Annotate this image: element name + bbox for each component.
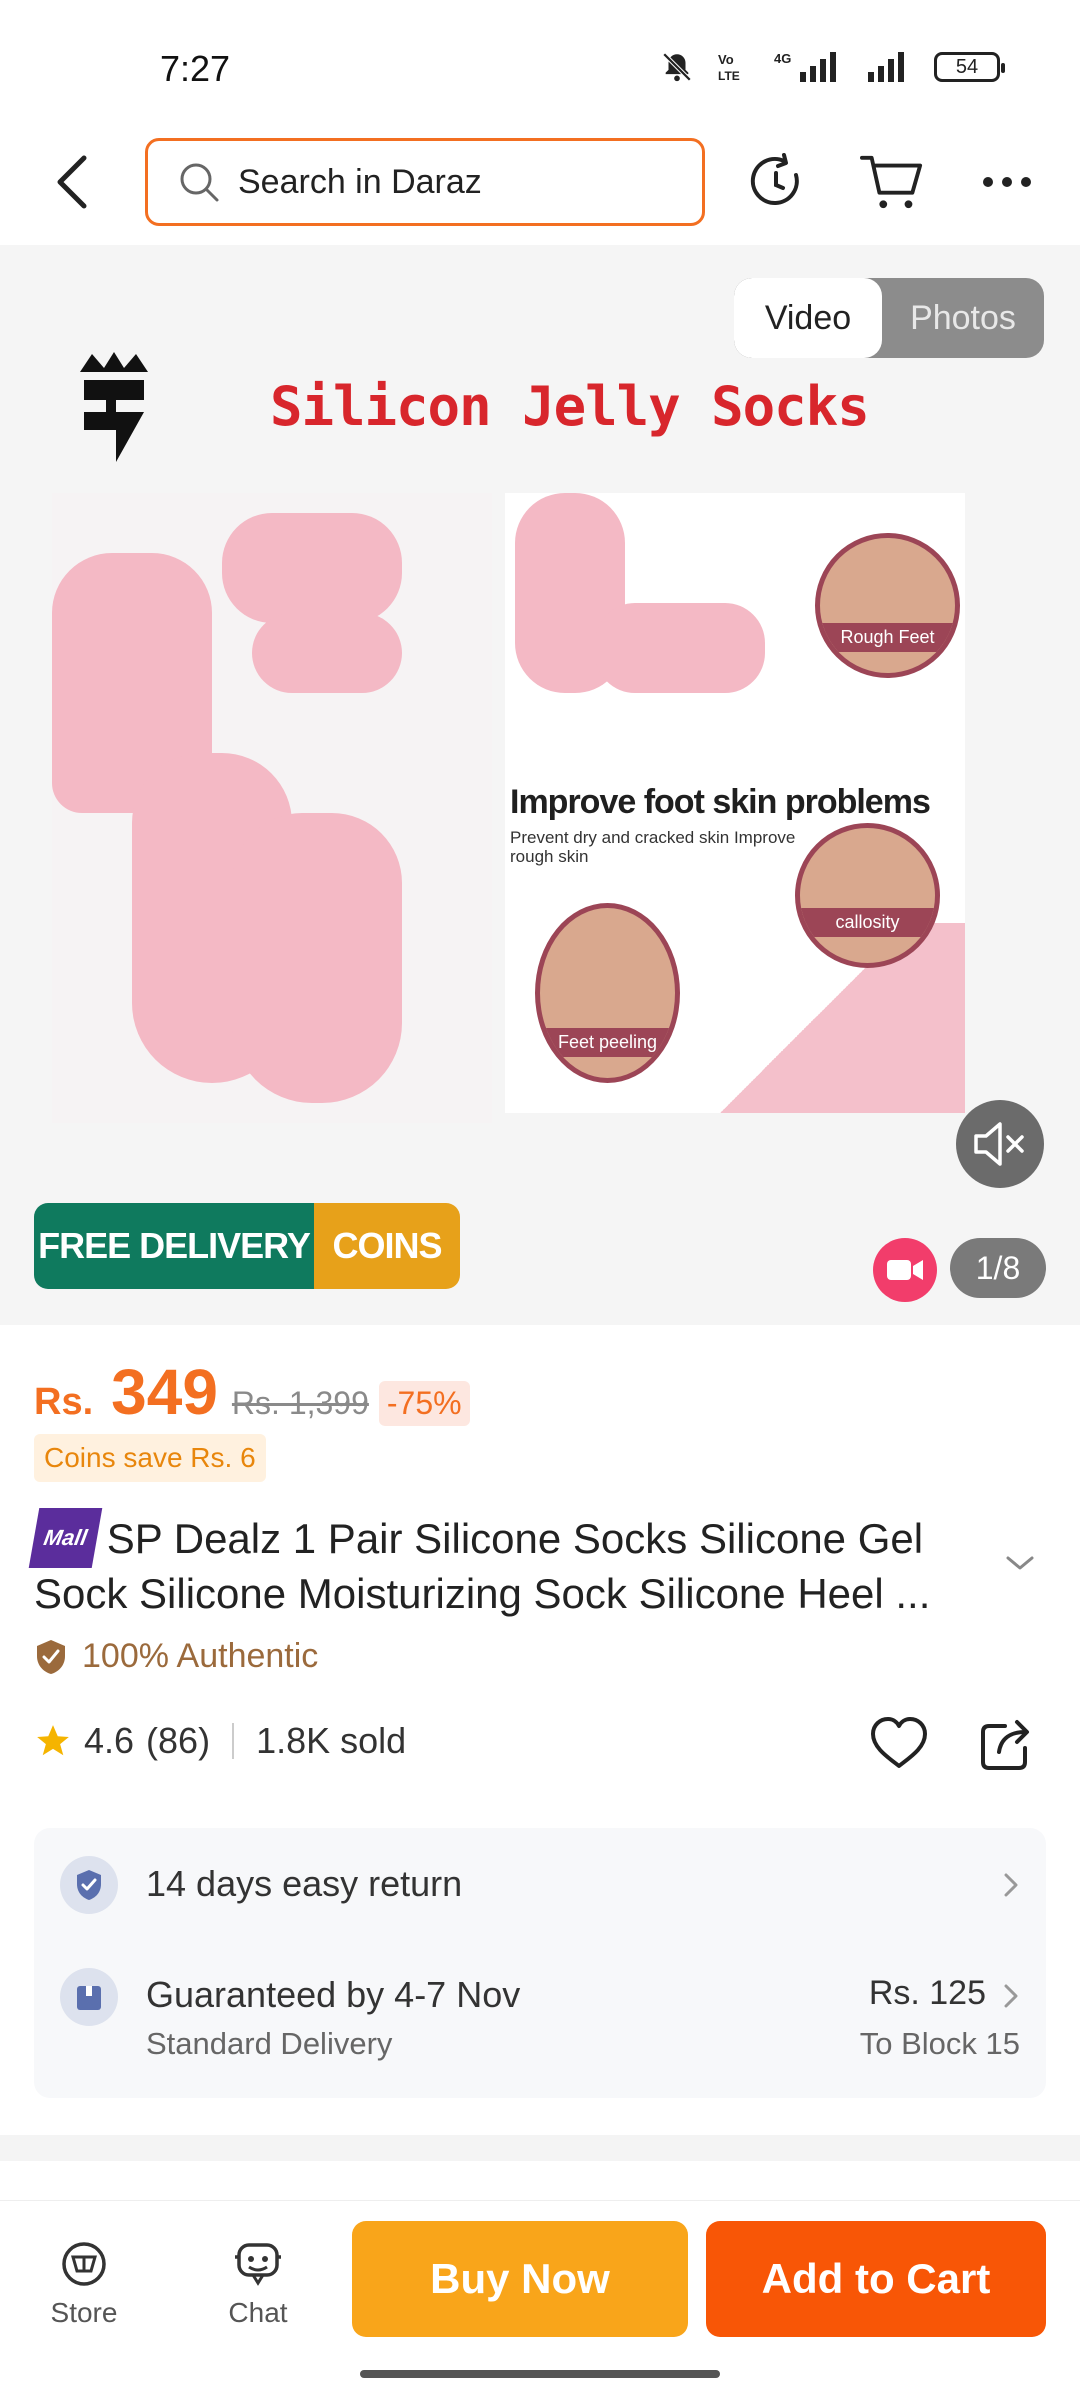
price-original: Rs. 1,399: [231, 1385, 369, 1421]
star-icon: [37, 1725, 69, 1756]
add-to-cart-button[interactable]: Add to Cart: [706, 2221, 1046, 2337]
price-row: Rs. 349 Rs. 1,399 -75%: [34, 1355, 470, 1429]
return-policy-text[interactable]: 14 days easy return: [146, 1863, 462, 1905]
heart-icon: [871, 1717, 927, 1768]
coins-badge: COINS: [314, 1203, 460, 1289]
price-current: 349: [111, 1356, 218, 1428]
chevron-right-icon[interactable]: [1000, 1870, 1022, 1900]
coins-save-badge: Coins save Rs. 6: [34, 1434, 266, 1482]
mute-button[interactable]: [956, 1100, 1044, 1188]
toggle-video[interactable]: Video: [734, 278, 882, 358]
store-icon: [62, 2242, 106, 2286]
circle-label: Feet peeling: [540, 1028, 675, 1057]
image-title: Silicon Jelly Socks: [270, 375, 870, 438]
rating-value: 4.6: [84, 1720, 135, 1761]
battery-icon: 54: [934, 52, 1005, 82]
share-icon: [981, 1720, 1029, 1770]
svg-text:4G: 4G: [774, 51, 791, 66]
price-currency: Rs.: [34, 1381, 94, 1423]
product-media-gallery[interactable]: Video Photos Silicon Jelly Socks Rough F…: [0, 245, 1080, 1325]
delivery-price[interactable]: Rs. 125: [869, 1974, 986, 2013]
buy-now-button[interactable]: Buy Now: [352, 2221, 688, 2337]
chat-icon: [235, 2243, 281, 2286]
mall-badge: Mall: [28, 1508, 103, 1568]
search-input[interactable]: Search in Daraz: [145, 138, 705, 226]
product-title-text: SP Dealz 1 Pair Silicone Socks Silicone …: [34, 1515, 931, 1617]
section-divider: [0, 2135, 1080, 2161]
top-nav: Search in Daraz: [0, 130, 1080, 245]
speaker-muted-icon: [974, 1122, 1024, 1166]
return-shield-icon: [60, 1856, 118, 1914]
chevron-down-icon[interactable]: [1000, 1548, 1040, 1578]
back-button[interactable]: [44, 152, 104, 212]
signal-icon: [868, 52, 904, 82]
history-button[interactable]: [745, 150, 809, 214]
bell-muted-icon: [662, 52, 692, 82]
search-icon: [180, 163, 219, 202]
product-title[interactable]: Mall SP Dealz 1 Pair Silicone Socks Silic…: [28, 1508, 1014, 1620]
delivery-box-icon: [60, 1968, 118, 2026]
chevron-left-icon: [57, 155, 87, 209]
improve-subtext: Prevent dry and cracked skin Improve rou…: [510, 828, 796, 866]
free-delivery-badge: FREE DELIVERY: [34, 1203, 314, 1289]
cart-button[interactable]: [860, 150, 924, 214]
video-indicator[interactable]: [873, 1238, 937, 1302]
search-placeholder: Search in Daraz: [238, 162, 482, 201]
status-icons: Vo LTE 4G 54: [660, 50, 1005, 84]
status-bar: 7:27 Vo LTE 4G 54: [0, 0, 1080, 130]
delivery-guarantee[interactable]: Guaranteed by 4-7 Nov: [146, 1974, 520, 2016]
refresh-icon: [750, 153, 799, 205]
discount-badge: -75%: [378, 1381, 470, 1426]
improve-heading: Improve foot skin problems: [510, 783, 931, 821]
callosity-circle: callosity: [795, 823, 940, 968]
share-button[interactable]: [975, 1712, 1039, 1776]
svg-text:Vo: Vo: [718, 52, 734, 67]
circle-label: callosity: [800, 908, 935, 937]
authentic-row: 100% Authentic: [34, 1637, 318, 1676]
more-dots-icon: [983, 177, 1031, 187]
signal-4g-icon: 4G: [774, 51, 836, 82]
wishlist-button[interactable]: [866, 1710, 932, 1776]
delivery-location: To Block 15: [859, 2026, 1020, 2061]
svg-text:LTE: LTE: [718, 69, 740, 83]
photo-counter: 1/8: [950, 1238, 1046, 1298]
chat-button[interactable]: Chat: [198, 2241, 318, 2329]
video-camera-icon: [887, 1260, 923, 1280]
sold-count: 1.8K sold: [256, 1720, 407, 1761]
authentic-label: 100% Authentic: [82, 1637, 319, 1675]
store-button[interactable]: Store: [24, 2241, 144, 2329]
home-indicator[interactable]: [360, 2370, 720, 2378]
circle-label: Rough Feet: [820, 623, 955, 652]
rough-feet-circle: Rough Feet: [815, 533, 960, 678]
photo-right-info: Rough Feet Improve foot skin problems Pr…: [505, 493, 965, 1113]
shield-check-icon: [37, 1639, 65, 1674]
feet-peeling-circle: Feet peeling: [535, 903, 680, 1083]
review-count: (86): [146, 1720, 211, 1761]
chat-label: Chat: [228, 2297, 288, 2328]
status-time: 7:27: [160, 48, 231, 89]
chevron-right-icon[interactable]: [1000, 1981, 1022, 2011]
service-info-card: 14 days easy return Guaranteed by 4-7 No…: [34, 1828, 1046, 2098]
cart-icon: [860, 155, 923, 209]
divider: [232, 1723, 235, 1759]
more-button[interactable]: [975, 150, 1039, 214]
media-toggle: Video Photos: [734, 278, 1044, 358]
delivery-type: Standard Delivery: [146, 2026, 393, 2061]
volte-icon: Vo LTE: [718, 52, 740, 83]
toggle-photos[interactable]: Photos: [882, 278, 1044, 358]
rating-row[interactable]: 4.6 (86) 1.8K sold: [34, 1720, 406, 1762]
store-label: Store: [50, 2297, 118, 2328]
pink-accent: [665, 923, 965, 1113]
photo-left-socks: [52, 493, 492, 1123]
sp-logo: [80, 352, 148, 462]
